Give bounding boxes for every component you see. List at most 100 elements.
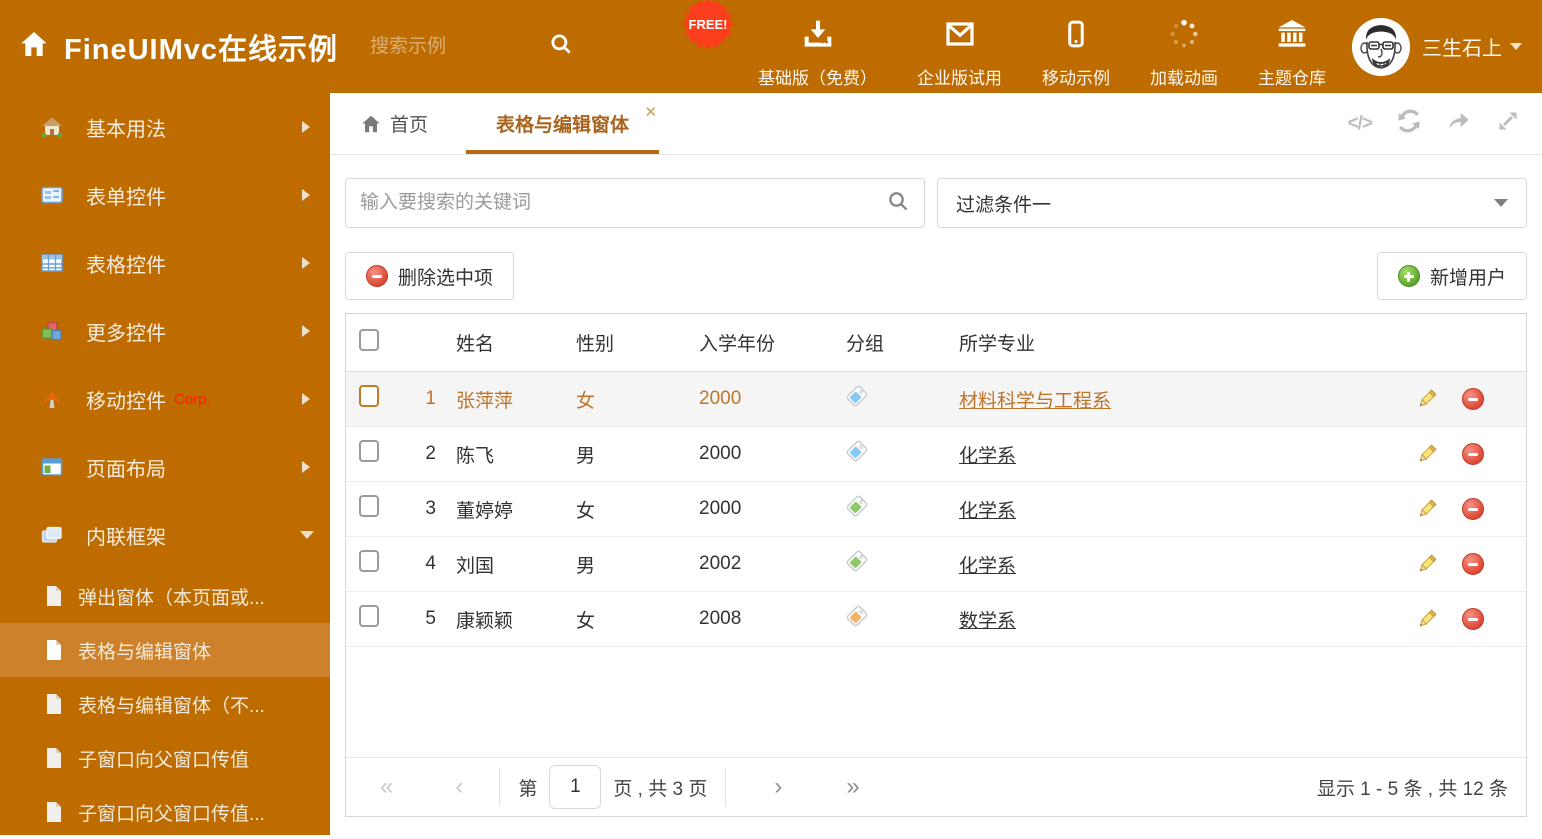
table-row[interactable]: 3 董婷婷 女 2000 化学系 bbox=[346, 482, 1526, 537]
share-icon[interactable] bbox=[1446, 108, 1472, 139]
sidebar-subitem-popup-window[interactable]: 弹出窗体（本页面或... bbox=[0, 569, 330, 623]
next-page-button[interactable]: › bbox=[762, 775, 794, 799]
chevron-right-icon bbox=[302, 393, 310, 405]
filter-dropdown[interactable]: 过滤条件一 bbox=[937, 178, 1527, 228]
tab-grid-edit-window[interactable]: 表格与编辑窗体 ✕ bbox=[490, 93, 635, 154]
edit-pencil-icon[interactable] bbox=[1416, 388, 1438, 410]
delete-row-icon[interactable] bbox=[1462, 443, 1484, 465]
expand-icon[interactable] bbox=[1496, 109, 1520, 138]
edit-pencil-icon[interactable] bbox=[1416, 553, 1438, 575]
delete-row-icon[interactable] bbox=[1462, 498, 1484, 520]
sidebar-subitem-grid-edit-window-2[interactable]: 表格与编辑窗体（不... bbox=[0, 677, 330, 731]
column-header-name[interactable]: 姓名 bbox=[442, 329, 562, 356]
tag-icon bbox=[846, 550, 868, 572]
table-row[interactable]: 5 康颖颖 女 2008 数学系 bbox=[346, 592, 1526, 647]
sidebar-item-basic-usage[interactable]: 基本用法 bbox=[0, 93, 330, 161]
main-content: 首页 表格与编辑窗体 ✕ </> bbox=[330, 93, 1542, 835]
edit-pencil-icon[interactable] bbox=[1416, 608, 1438, 630]
first-page-button[interactable]: « bbox=[368, 775, 405, 799]
cubes-icon bbox=[40, 319, 64, 343]
major-link[interactable]: 化学系 bbox=[959, 446, 1016, 467]
row-checkbox[interactable] bbox=[359, 495, 379, 517]
prev-page-button[interactable]: ‹ bbox=[443, 775, 475, 799]
nav-theme-store[interactable]: 主题仓库 bbox=[1258, 4, 1326, 89]
nav-enterprise-trial[interactable]: 企业版试用 bbox=[917, 4, 1002, 89]
row-checkbox[interactable] bbox=[359, 440, 379, 462]
table-icon bbox=[40, 251, 64, 275]
sidebar-item-page-layout[interactable]: 页面布局 bbox=[0, 433, 330, 501]
table-row[interactable]: 2 陈飞 男 2000 化学系 bbox=[346, 427, 1526, 482]
cell-gender: 男 bbox=[562, 441, 685, 468]
record-summary: 显示 1 - 5 条 , 共 12 条 bbox=[1317, 774, 1508, 801]
sidebar-item-label: 页面布局 bbox=[86, 453, 166, 482]
row-checkbox[interactable] bbox=[359, 385, 379, 407]
header-search-icon[interactable] bbox=[548, 31, 574, 62]
last-page-button[interactable]: » bbox=[834, 775, 871, 799]
tab-home[interactable]: 首页 bbox=[360, 110, 428, 137]
envelope-icon bbox=[943, 18, 977, 55]
column-header-group[interactable]: 分组 bbox=[832, 329, 945, 356]
table-row[interactable]: 1 张萍萍 女 2000 材料科学与工程系 bbox=[346, 372, 1526, 427]
pagination-bar: « ‹ 第 页 , 共 3 页 › » 显示 1 - 5 条 , 共 12 条 bbox=[346, 757, 1526, 816]
edit-pencil-icon[interactable] bbox=[1416, 443, 1438, 465]
minus-circle-icon bbox=[366, 265, 388, 287]
keyword-search-input[interactable] bbox=[360, 192, 886, 214]
keyword-search-box bbox=[345, 178, 925, 228]
edit-pencil-icon[interactable] bbox=[1416, 498, 1438, 520]
brand-home-icon[interactable] bbox=[18, 28, 50, 65]
corp-badge: Corp. bbox=[174, 391, 211, 408]
sidebar-item-label: 内联框架 bbox=[86, 521, 166, 550]
delete-row-icon[interactable] bbox=[1462, 553, 1484, 575]
header-search-input[interactable] bbox=[370, 36, 540, 58]
delete-row-icon[interactable] bbox=[1462, 608, 1484, 630]
major-link[interactable]: 化学系 bbox=[959, 556, 1016, 577]
column-header-year[interactable]: 入学年份 bbox=[685, 329, 832, 356]
column-header-major[interactable]: 所学专业 bbox=[945, 329, 1416, 356]
delete-row-icon[interactable] bbox=[1462, 388, 1484, 410]
chevron-right-icon bbox=[302, 121, 310, 133]
cell-year: 2002 bbox=[685, 553, 832, 575]
sidebar-subitem-label: 表格与编辑窗体（不... bbox=[78, 691, 265, 718]
sidebar-item-form-controls[interactable]: 表单控件 bbox=[0, 161, 330, 229]
tab-tools: </> bbox=[1348, 108, 1520, 139]
table-row[interactable]: 4 刘国 男 2002 化学系 bbox=[346, 537, 1526, 592]
select-all-checkbox[interactable] bbox=[359, 329, 379, 351]
tab-active-underline bbox=[466, 150, 659, 154]
data-grid: 姓名 性别 入学年份 分组 所学专业 1 张萍萍 女 2000 材料科学与工程系… bbox=[345, 313, 1527, 817]
sidebar-subitem-grid-edit-window[interactable]: 表格与编辑窗体 bbox=[0, 623, 330, 677]
sidebar-item-mobile-controls[interactable]: 移动控件 Corp. bbox=[0, 365, 330, 433]
sidebar-subitem-child-to-parent[interactable]: 子窗口向父窗口传值 bbox=[0, 731, 330, 785]
chevron-right-icon bbox=[302, 461, 310, 473]
frames-icon bbox=[40, 523, 64, 547]
page-number-input[interactable] bbox=[549, 765, 601, 809]
refresh-icon[interactable] bbox=[1396, 108, 1422, 139]
row-checkbox[interactable] bbox=[359, 605, 379, 627]
nav-basic-free[interactable]: 基础版（免费） bbox=[758, 4, 877, 89]
sidebar-subitem-child-to-parent-2[interactable]: 子窗口向父窗口传值... bbox=[0, 785, 330, 839]
nav-loading-animations[interactable]: 加载动画 bbox=[1150, 4, 1218, 89]
major-link[interactable]: 数学系 bbox=[959, 611, 1016, 632]
add-user-button[interactable]: 新增用户 bbox=[1377, 252, 1527, 300]
grid-toolbar: 删除选中项 新增用户 bbox=[345, 252, 1527, 300]
close-icon[interactable]: ✕ bbox=[644, 103, 657, 121]
column-header-gender[interactable]: 性别 bbox=[562, 329, 685, 356]
pager-divider bbox=[725, 768, 726, 806]
row-checkbox[interactable] bbox=[359, 550, 379, 572]
cell-year: 2008 bbox=[685, 608, 832, 630]
sidebar-item-iframe[interactable]: 内联框架 bbox=[0, 501, 330, 569]
pager-divider bbox=[499, 768, 500, 806]
source-code-icon[interactable]: </> bbox=[1348, 113, 1372, 135]
major-link[interactable]: 材料科学与工程系 bbox=[959, 391, 1111, 412]
user-menu[interactable]: 三生石上 bbox=[1352, 18, 1522, 76]
search-icon[interactable] bbox=[886, 189, 910, 218]
delete-selected-button[interactable]: 删除选中项 bbox=[345, 252, 514, 300]
sidebar-item-more-controls[interactable]: 更多控件 bbox=[0, 297, 330, 365]
sidebar-item-grid-controls[interactable]: 表格控件 bbox=[0, 229, 330, 297]
app-header: FineUIMvc在线示例 FREE! bbox=[0, 0, 1542, 93]
user-caret-down-icon bbox=[1510, 43, 1522, 50]
nav-mobile-demo[interactable]: 移动示例 bbox=[1042, 4, 1110, 89]
major-link[interactable]: 化学系 bbox=[959, 501, 1016, 522]
sidebar: 基本用法 表单控件 表格控件 bbox=[0, 93, 330, 835]
app-title: FineUIMvc在线示例 bbox=[64, 26, 338, 68]
chevron-right-icon bbox=[302, 257, 310, 269]
